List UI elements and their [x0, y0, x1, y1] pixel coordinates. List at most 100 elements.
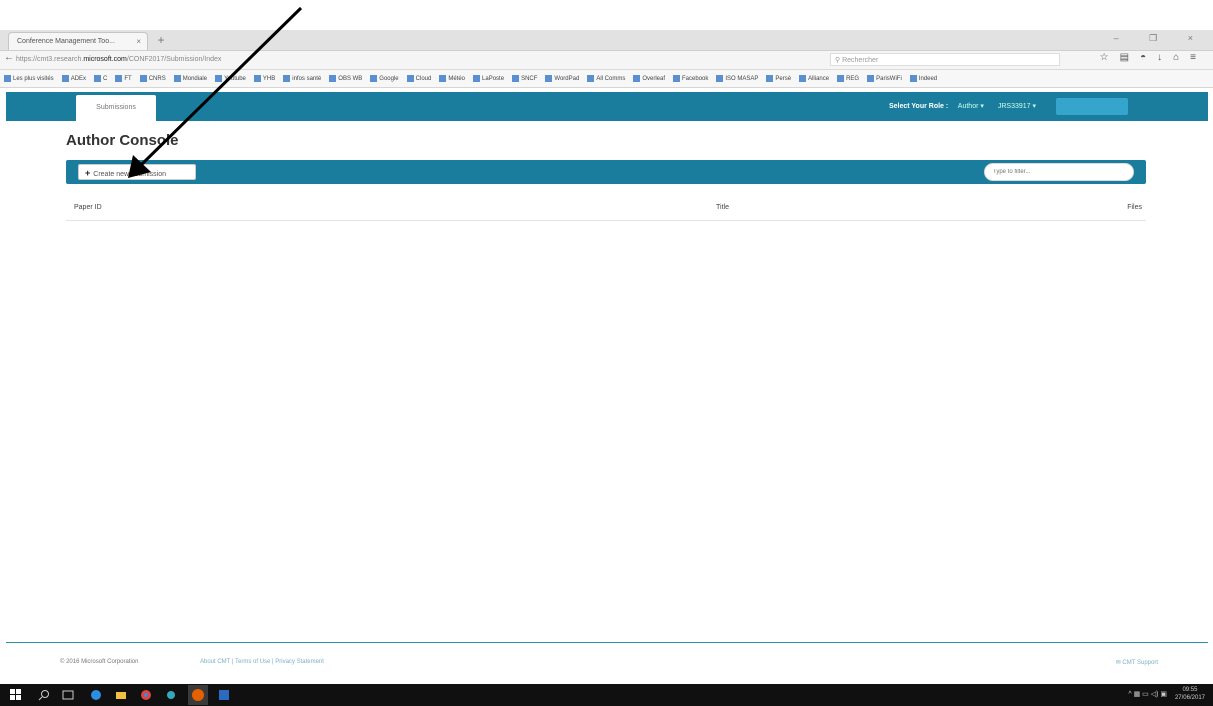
close-tab-icon[interactable]: ×: [136, 33, 141, 50]
select-role-label: Select Your Role :: [888, 103, 949, 110]
edge-icon[interactable]: [90, 689, 102, 701]
bookmark-icon: [545, 74, 553, 82]
browser-tab-strip: Conference Management Too... × + – ❐ ×: [0, 30, 1213, 51]
bookmark-item[interactable]: Les plus visités: [4, 74, 54, 82]
bookmark-icon: [61, 74, 69, 82]
chrome-icon[interactable]: [140, 689, 152, 701]
bookmark-item[interactable]: ParisWiFi: [867, 74, 902, 82]
column-title[interactable]: Title: [716, 204, 729, 211]
bookmark-label: Youtube: [224, 76, 246, 82]
create-submission-button[interactable]: + Create new submission: [78, 164, 196, 180]
bookmark-item[interactable]: Alliance: [799, 74, 829, 82]
star-icon[interactable]: ☆: [1100, 52, 1120, 63]
file-explorer-icon[interactable]: [115, 689, 127, 701]
chevron-up-icon[interactable]: ^: [1128, 691, 1131, 698]
bookmark-icon: [370, 74, 378, 82]
bookmark-item[interactable]: Météo: [439, 74, 465, 82]
support-link[interactable]: ✉ CMT Support: [1116, 659, 1158, 666]
copyright-text: © 2016 Microsoft Corporation: [60, 659, 139, 665]
library-icon[interactable]: ▤: [1120, 52, 1140, 63]
home-icon[interactable]: ⌂: [1173, 52, 1190, 63]
bookmark-label: ADEx: [70, 76, 87, 82]
bookmark-label: SNCF: [521, 76, 538, 82]
bookmark-icon: [139, 74, 147, 82]
browser-search-placeholder: Rechercher: [842, 57, 879, 64]
user-menu-box[interactable]: [1056, 98, 1128, 115]
bookmark-item[interactable]: Google: [370, 74, 399, 82]
clock-date: 27/06/2017: [1174, 695, 1205, 702]
bookmark-icon: [439, 74, 447, 82]
bookmark-label: OBS WB: [338, 76, 363, 82]
pocket-icon[interactable]: ◓: [1140, 52, 1157, 63]
window-controls[interactable]: – ❐ ×: [1114, 33, 1207, 44]
bookmark-label: Google: [379, 76, 399, 82]
bookmark-item[interactable]: WordPad: [545, 74, 580, 82]
bookmark-label: WordPad: [554, 76, 580, 82]
plus-icon: +: [85, 168, 91, 178]
bookmark-icon: [673, 74, 681, 82]
bookmark-item[interactable]: infos santé: [283, 74, 321, 82]
bookmark-item[interactable]: Facebook: [673, 74, 708, 82]
column-files[interactable]: Files: [1127, 204, 1142, 211]
volume-icon[interactable]: ◁): [1151, 691, 1159, 698]
bookmark-label: YHB: [262, 76, 276, 82]
bookmark-label: C: [103, 76, 108, 82]
task-view-icon[interactable]: [62, 689, 74, 701]
tab-submissions[interactable]: Submissions: [76, 95, 156, 121]
bookmark-label: Mondiale: [182, 76, 208, 82]
bookmark-item[interactable]: ADEx: [61, 74, 87, 82]
network-icon[interactable]: ▦: [1134, 691, 1141, 698]
bookmark-item[interactable]: YHB: [253, 74, 276, 82]
url-suffix: /CONF2017/Submission/Index: [126, 56, 222, 63]
bookmark-icon: [473, 74, 481, 82]
filter-input[interactable]: [984, 163, 1134, 181]
bookmark-item[interactable]: Overleaf: [633, 74, 665, 82]
address-bar[interactable]: https://cmt3.research.microsoft.com/CONF…: [16, 53, 816, 66]
bookmark-item[interactable]: Youtube: [215, 74, 246, 82]
role-dropdown[interactable]: Author ▾: [958, 103, 984, 110]
search-icon[interactable]: [38, 689, 50, 701]
bookmark-item[interactable]: LaPoste: [473, 74, 504, 82]
download-icon[interactable]: ↓: [1157, 52, 1173, 63]
top-margin: [0, 0, 1213, 30]
app-icon[interactable]: [218, 689, 230, 701]
console-toolbar: + Create new submission: [66, 160, 1146, 184]
bookmark-item[interactable]: CNRS: [139, 74, 166, 82]
windows-start-icon[interactable]: [10, 689, 22, 701]
bookmark-item[interactable]: SNCF: [512, 74, 538, 82]
bookmark-item[interactable]: Indeed: [909, 74, 937, 82]
new-tab-button[interactable]: +: [152, 33, 170, 48]
url-domain: microsoft.com: [83, 56, 127, 63]
browser-search-input[interactable]: ⚲ Rechercher: [830, 53, 1060, 66]
bookmark-icon: [4, 74, 11, 82]
menu-icon[interactable]: ≡: [1190, 52, 1207, 63]
bookmark-item[interactable]: C: [94, 74, 108, 82]
column-paper-id[interactable]: Paper ID: [74, 204, 102, 211]
bookmark-label: Persé: [775, 76, 792, 82]
bookmark-item[interactable]: Persé: [766, 74, 792, 82]
bookmark-item[interactable]: OBS WB: [329, 74, 363, 82]
bookmark-item[interactable]: REG: [837, 74, 859, 82]
role-selector: Select Your Role : Author ▾ JRS33917 ▾: [889, 92, 1048, 121]
bookmark-item[interactable]: FT: [115, 74, 132, 82]
bookmark-icon: [115, 74, 123, 82]
bookmark-item[interactable]: Cloud: [406, 74, 431, 82]
user-dropdown[interactable]: JRS33917 ▾: [998, 103, 1036, 110]
browser-nav-bar: ← https://cmt3.research.microsoft.com/CO…: [0, 51, 1213, 70]
clock-time: 09:55: [1182, 687, 1198, 694]
battery-icon[interactable]: ▭: [1142, 691, 1149, 698]
bookmark-item[interactable]: All Comms: [587, 74, 625, 82]
bookmark-icon: [406, 74, 414, 82]
browser-toolbar-icons: ☆▤◓↓⌂≡: [1100, 52, 1207, 63]
footer-links[interactable]: About CMT | Terms of Use | Privacy State…: [200, 659, 324, 665]
bookmark-icon: [633, 74, 641, 82]
bookmark-item[interactable]: ISO MASAP: [716, 74, 758, 82]
message-icon[interactable]: ▣: [1160, 691, 1167, 698]
settings-icon[interactable]: [165, 689, 177, 701]
firefox-icon[interactable]: [188, 685, 208, 705]
clock[interactable]: 09:55 27/06/2017: [1175, 686, 1205, 702]
back-arrow-icon[interactable]: ←: [4, 52, 14, 63]
browser-tab[interactable]: Conference Management Too... ×: [8, 32, 148, 50]
bookmark-item[interactable]: Mondiale: [173, 74, 208, 82]
bookmark-icon: [867, 74, 875, 82]
